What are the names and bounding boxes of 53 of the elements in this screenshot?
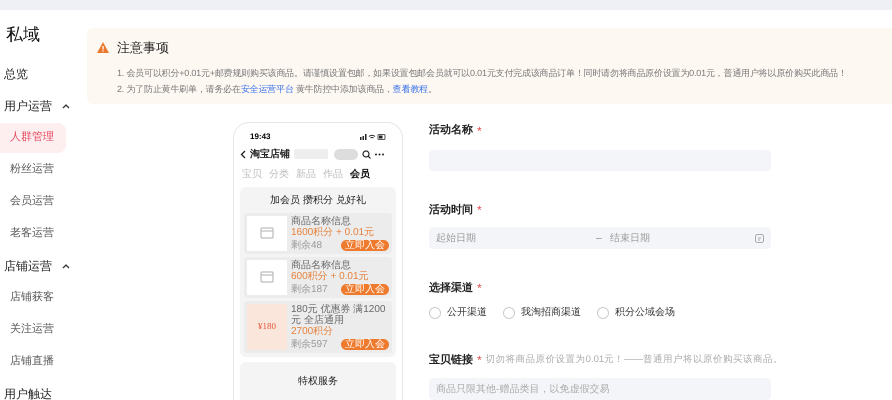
sidebar-group[interactable]: 总览 (4, 64, 28, 82)
sidebar-item[interactable]: 老客运营 (0, 218, 66, 248)
field-label: 活动时间 (429, 202, 473, 218)
search-icon[interactable] (362, 150, 371, 158)
image-icon (260, 271, 274, 283)
date-range-field[interactable]: 起始日期 – 结束日期 (429, 227, 771, 250)
store-title: 淘宝店铺 (250, 147, 290, 162)
radio-option[interactable]: 公开渠道 (429, 305, 487, 320)
sidebar-item[interactable]: 粉丝运营 (0, 154, 66, 184)
field-hint: 切勿将商品原价设置为0.01元！——普通用户将以原价购买该商品。 (486, 353, 784, 368)
card-title: 加会员 攒积分 兑好礼 (269, 194, 367, 208)
product-name: 商品名称信息 (291, 216, 352, 226)
notice-text: 2. 为了防止黄牛刷单，请务必在安全运营平台 黄牛防控中添加该商品，查看教程。 (117, 82, 438, 96)
sidebar-group[interactable]: 用户触达 (4, 384, 52, 400)
sidebar-item[interactable]: 会员运营 (0, 186, 66, 216)
product-name: 商品名称信息 (291, 260, 352, 270)
stock-text: 剩余187 (291, 284, 328, 294)
status-icons (360, 134, 386, 140)
warning-icon (97, 42, 109, 54)
radio-option[interactable]: 我淘招商渠道 (503, 305, 581, 320)
product-price: 1600积分 + 0.01元 (291, 226, 376, 238)
required-mark: * (477, 280, 482, 298)
sidebar-item[interactable]: 店铺获客 (0, 282, 66, 312)
product-name: 180元 优惠券 满1200元 全店通用 (291, 304, 386, 326)
status-time: 19:43 (250, 130, 270, 142)
field-label: 活动名称 (429, 122, 473, 138)
back-icon[interactable] (240, 150, 246, 158)
required-mark: * (477, 352, 482, 370)
field-label: 选择渠道 (429, 280, 473, 296)
product-price: 2700积分 (291, 326, 334, 338)
coupon-tile: ¥180 (247, 304, 287, 350)
notice-title: 注意事项 (117, 39, 169, 57)
store-tab[interactable]: 会员 (350, 166, 370, 182)
image-icon (260, 227, 274, 239)
input-field[interactable]: 商品只限其他-赠品类目，以免虚假交易 (429, 378, 771, 400)
sidebar-title: 私域 (5, 24, 41, 46)
stock-text: 剩余48 (291, 240, 322, 250)
radio-option[interactable]: 积分公域会场 (597, 305, 675, 320)
notice-link[interactable]: 查看教程 (392, 84, 428, 94)
calendar-icon (755, 234, 764, 243)
field-label: 宝贝链接 (429, 352, 473, 368)
stock-text: 剩余597 (291, 338, 328, 350)
required-mark: * (477, 122, 482, 140)
notice-text: 1. 会员可以积分+0.01元+邮费规则购买该商品。请谨慎设置包邮，如果设置包邮会员就可以0.01元支付完成该商品订单！同时请勿将商品原价设置为0.01元，普通用户将以原价购买此商品！ (117, 66, 848, 80)
more-icon[interactable] (375, 152, 384, 156)
required-mark: * (477, 202, 482, 220)
section-title: 特权服务 (298, 376, 338, 386)
notice-link[interactable]: 安全运营平台 (240, 84, 294, 94)
sidebar-group[interactable]: 用户运营 (4, 96, 52, 114)
sidebar-item[interactable]: 店铺直播 (0, 346, 66, 376)
sidebar-group[interactable]: 店铺运营 (4, 256, 52, 274)
sidebar-item[interactable]: 关注运营 (0, 314, 66, 344)
product-price: 600积分 + 0.01元 (291, 270, 370, 282)
